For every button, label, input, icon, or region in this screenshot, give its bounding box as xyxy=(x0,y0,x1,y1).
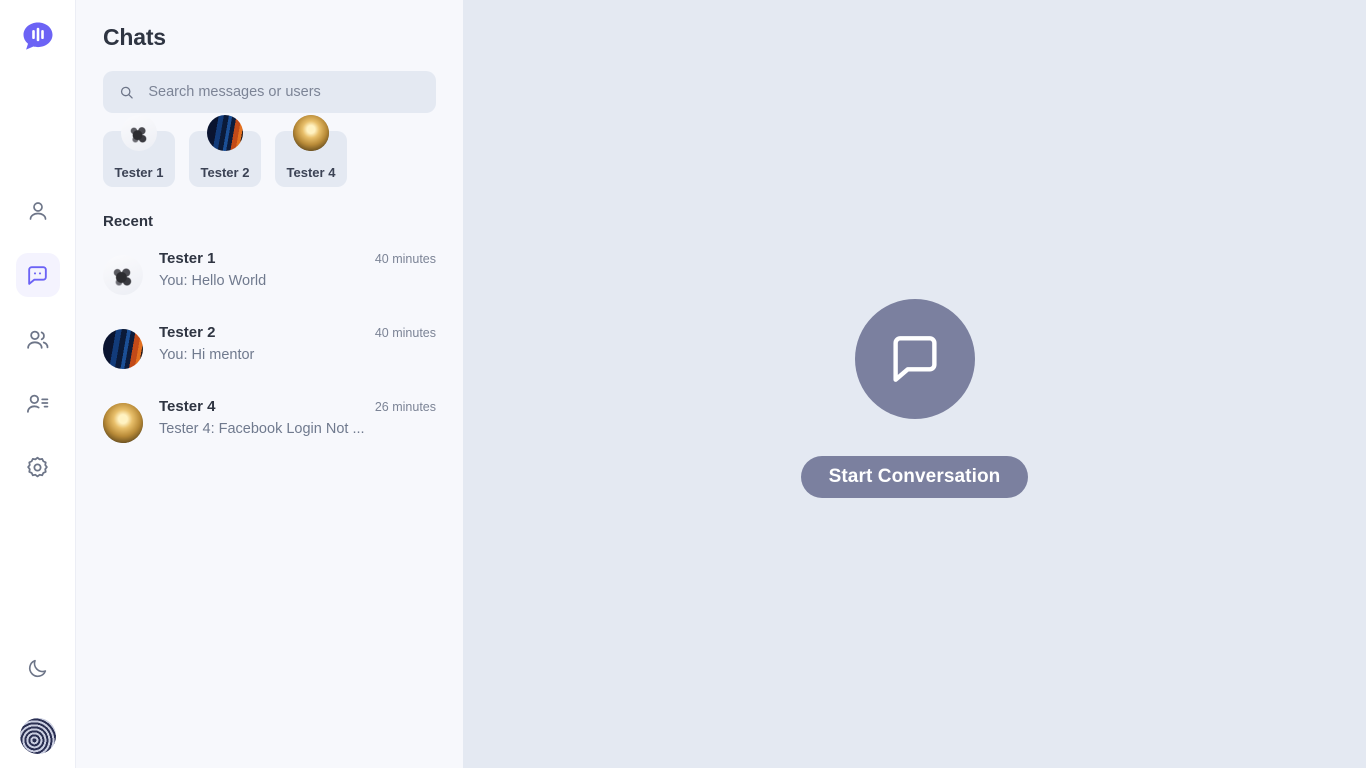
avatar xyxy=(207,115,243,151)
moon-icon xyxy=(28,659,47,677)
account-avatar-image xyxy=(19,718,56,754)
avatar xyxy=(293,115,329,151)
sidebar-item-groups[interactable] xyxy=(16,317,60,361)
conversation-name: Tester 1 xyxy=(159,250,216,267)
list-item[interactable]: Tester 1 40 minutes You: Hello World xyxy=(103,246,436,320)
chat-bubble-outline-icon xyxy=(892,336,937,382)
avatar xyxy=(103,329,143,369)
search-icon xyxy=(120,86,133,99)
chat-list-panel: Chats Tester 1 Tester 2 Tester 4 Recent xyxy=(76,0,463,768)
conversation-timestamp: 40 minutes xyxy=(374,252,436,266)
app-root: Chats Tester 1 Tester 2 Tester 4 Recent xyxy=(0,0,1366,768)
quick-contact-name: Tester 4 xyxy=(286,165,336,180)
conversation-timestamp: 26 minutes xyxy=(374,400,436,414)
user-icon xyxy=(29,202,46,220)
list-item-content: Tester 1 40 minutes You: Hello World xyxy=(159,246,436,289)
conversation-snippet: You: Hi mentor xyxy=(159,347,255,363)
theme-toggle-button[interactable] xyxy=(16,646,60,690)
avatar xyxy=(121,115,157,151)
conversation-name: Tester 2 xyxy=(159,324,216,341)
recent-conversations-list: Tester 1 40 minutes You: Hello World Tes… xyxy=(103,246,436,468)
sidebar-item-chats[interactable] xyxy=(15,253,60,297)
quick-contact-chip[interactable]: Tester 4 xyxy=(275,115,347,187)
chat-bubble-logo-icon xyxy=(23,22,52,50)
quick-contact-chip[interactable]: Tester 1 xyxy=(103,115,175,187)
user-list-icon xyxy=(27,394,49,413)
avatar xyxy=(103,403,143,443)
empty-state-icon-circle xyxy=(854,299,975,419)
start-conversation-button[interactable]: Start Conversation xyxy=(800,456,1029,498)
recent-section-title: Recent xyxy=(103,213,154,230)
quick-contact-name: Tester 2 xyxy=(200,165,250,180)
conversation-empty-state: Start Conversation xyxy=(463,0,1366,768)
rail-nav-list xyxy=(15,189,60,489)
quick-contact-chip[interactable]: Tester 2 xyxy=(189,115,261,187)
conversation-timestamp: 40 minutes xyxy=(374,326,436,340)
sidebar-item-contacts[interactable] xyxy=(16,381,60,425)
quick-contacts-row: Tester 1 Tester 2 Tester 4 xyxy=(103,115,436,187)
search-input[interactable] xyxy=(148,71,420,113)
chat-bubble-icon xyxy=(28,265,47,285)
nav-rail xyxy=(0,0,76,768)
conversation-snippet: Tester 4: Facebook Login Not ... xyxy=(159,421,365,437)
conversation-name: Tester 4 xyxy=(159,398,216,415)
app-logo[interactable] xyxy=(19,18,57,56)
list-item[interactable]: Tester 4 26 minutes Tester 4: Facebook L… xyxy=(103,394,436,468)
rail-bottom-group xyxy=(0,646,75,754)
users-group-icon xyxy=(27,330,49,349)
conversation-snippet: You: Hello World xyxy=(159,273,267,289)
gear-icon xyxy=(27,456,48,477)
sidebar-item-settings[interactable] xyxy=(16,445,60,489)
list-item-content: Tester 4 26 minutes Tester 4: Facebook L… xyxy=(159,394,436,437)
account-avatar[interactable] xyxy=(19,718,56,754)
sidebar-item-profile[interactable] xyxy=(16,189,60,233)
avatar xyxy=(103,255,143,295)
list-item[interactable]: Tester 2 40 minutes You: Hi mentor xyxy=(103,320,436,394)
list-item-content: Tester 2 40 minutes You: Hi mentor xyxy=(159,320,436,363)
page-title: Chats xyxy=(103,24,166,50)
quick-contact-name: Tester 1 xyxy=(114,165,164,180)
search-input-wrapper[interactable] xyxy=(103,71,436,113)
